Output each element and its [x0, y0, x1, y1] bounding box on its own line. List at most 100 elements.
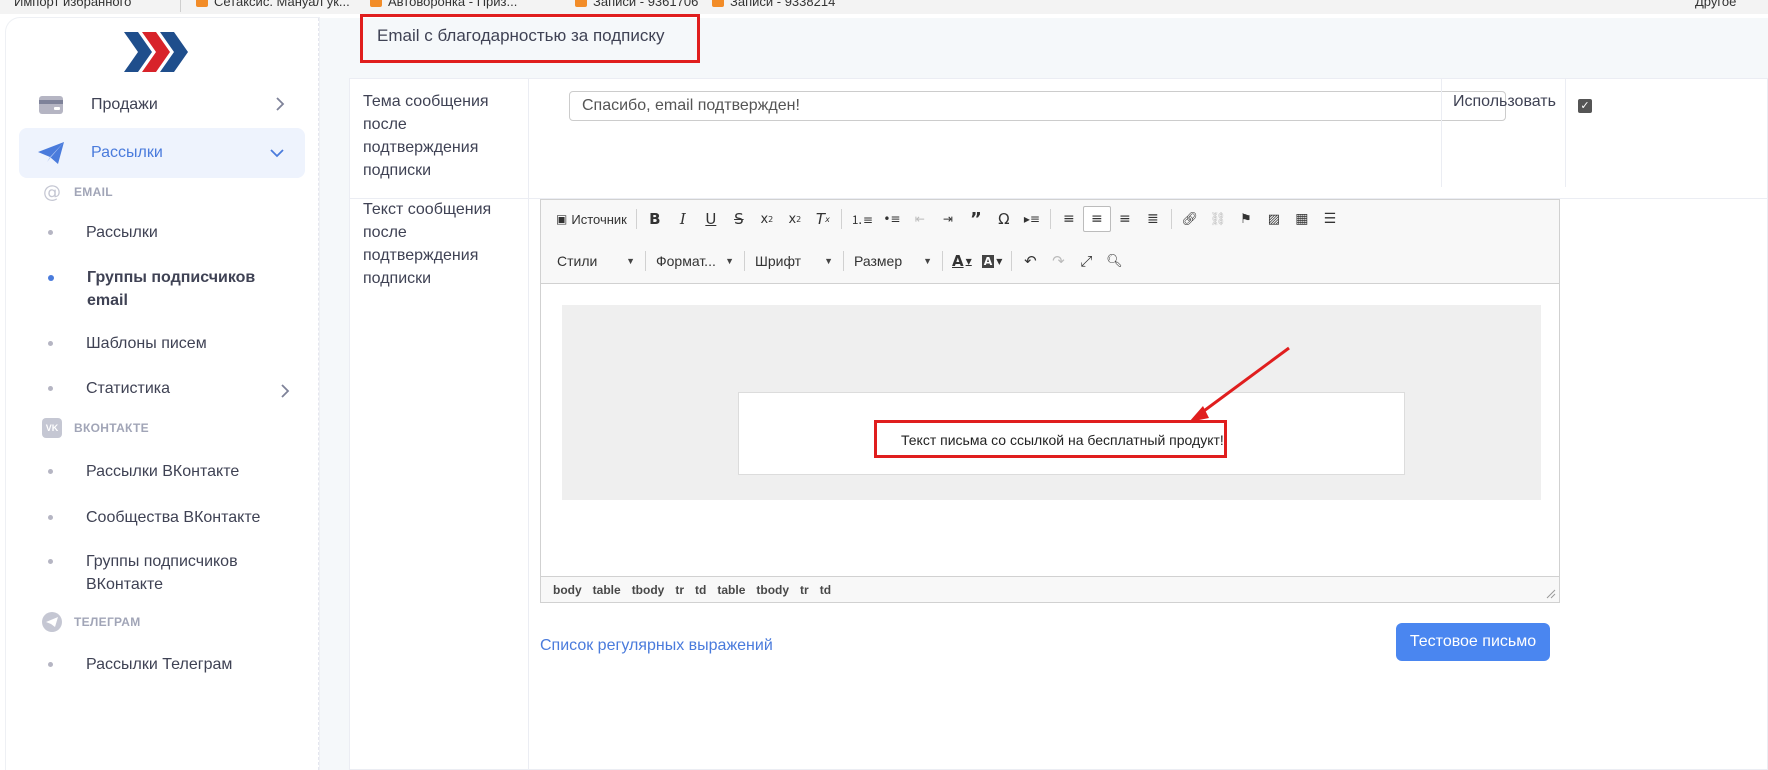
blockquote-icon[interactable]: ” [962, 206, 990, 232]
bullet [48, 515, 53, 520]
italic-button[interactable]: I [669, 206, 697, 232]
column-divider [1565, 79, 1566, 187]
font-dropdown[interactable]: Шрифт ▼ [749, 248, 839, 274]
section-vk: VK ВКОНТАКТЕ [42, 418, 149, 438]
element-path-bar: body table tbody tr td table tbody tr td [541, 576, 1559, 602]
path-item[interactable]: table [593, 583, 621, 597]
toolbar-separator [744, 251, 745, 271]
path-item[interactable]: td [820, 583, 831, 597]
use-checkbox[interactable]: ✓ [1578, 99, 1592, 113]
dropdown-arrow-icon: ▼ [923, 256, 932, 266]
menu-item-mailings[interactable]: Рассылки [19, 128, 305, 178]
subject-input[interactable] [569, 91, 1506, 121]
sidebar-item-tg-mailings[interactable]: Рассылки Телеграм [48, 653, 298, 676]
format-dropdown[interactable]: Формат... ▼ [650, 248, 740, 274]
path-item[interactable]: tbody [632, 583, 665, 597]
undo-icon[interactable]: ↶ [1016, 248, 1044, 274]
path-item[interactable]: table [717, 583, 745, 597]
bookmark-3[interactable]: Записи - 9361706 [575, 0, 698, 9]
special-char-icon[interactable]: Ω [990, 206, 1018, 232]
regex-list-link[interactable]: Список регулярных выражений [540, 637, 773, 655]
settings-panel: Тема сообщения после подтверждения подпи… [349, 78, 1768, 770]
section-telegram: ТЕЛЕГРАМ [42, 612, 141, 632]
anchor-flag-icon[interactable]: ⚑ [1232, 206, 1260, 232]
underline-button[interactable]: U [697, 206, 725, 232]
path-item[interactable]: body [553, 583, 582, 597]
dropdown-arrow-icon: ▼ [626, 256, 635, 266]
indent-icon[interactable]: ⇥ [934, 206, 962, 232]
sidebar-item-vk-communities[interactable]: Сообщества ВКонтакте [48, 506, 298, 529]
bookmark-import[interactable]: Импорт избранного [14, 0, 131, 9]
bookmark-separator [180, 0, 181, 12]
text-color-icon[interactable]: A ▼ [947, 248, 977, 274]
background-color-icon[interactable]: A ▼ [977, 248, 1008, 274]
rich-text-editor: ▣ Источник B I U S x2 x2 Tx ⒈≡ •≡ ⇤ ⇥ ” Ω [540, 199, 1560, 603]
bullet [48, 662, 53, 667]
outdent-icon[interactable]: ⇤ [906, 206, 934, 232]
favicon-icon [575, 0, 587, 7]
sidebar-item-templates[interactable]: Шаблоны писем [48, 332, 298, 355]
align-right-icon[interactable]: ≡ [1111, 206, 1139, 232]
bullet [48, 275, 54, 281]
test-email-button[interactable]: Тестовое письмо [1396, 623, 1550, 661]
logo[interactable] [124, 32, 188, 77]
toolbar-separator [942, 251, 943, 271]
superscript-button[interactable]: x2 [781, 206, 809, 232]
align-center-icon[interactable]: ≡ [1082, 206, 1111, 232]
toolbar-separator [1170, 209, 1172, 229]
align-left-icon[interactable]: ≡ [1055, 206, 1083, 232]
maximize-icon[interactable]: ⤢ [1072, 248, 1100, 274]
bookmark-1[interactable]: Сетаксис. Мануал ук... [196, 0, 350, 9]
justify-icon[interactable]: ≣ [1139, 206, 1167, 232]
path-item[interactable]: td [695, 583, 706, 597]
styles-dropdown[interactable]: Стили ▼ [551, 248, 641, 274]
bookmark-other[interactable]: Другое [1695, 0, 1736, 9]
strikethrough-button[interactable]: S [725, 206, 753, 232]
link-icon[interactable]: 🔗︎ [1176, 206, 1204, 232]
show-blocks-icon[interactable]: ▸≡ [1018, 206, 1046, 232]
highlight-box-title [360, 14, 700, 63]
favicon-icon [712, 0, 724, 7]
toolbar-separator [635, 209, 637, 229]
source-icon: ▣ [556, 212, 568, 226]
email-wrapper-table [562, 305, 1541, 500]
body-label: Текст сообщения после подтверждения подп… [363, 201, 492, 287]
bulleted-list-icon[interactable]: •≡ [878, 206, 906, 232]
bookmark-4[interactable]: Записи - 9338214 [712, 0, 835, 9]
table-icon[interactable]: ▦ [1288, 206, 1316, 232]
path-item[interactable]: tr [800, 583, 809, 597]
numbered-list-icon[interactable]: ⒈≡ [846, 206, 878, 232]
subscript-button[interactable]: x2 [753, 206, 781, 232]
horizontal-line-icon[interactable]: ☰ [1316, 206, 1344, 232]
chevron-down-icon [270, 149, 284, 158]
menu-label: Продажи [91, 96, 158, 113]
toolbar-separator [1049, 209, 1051, 229]
dropdown-arrow-icon: ▼ [725, 256, 734, 266]
sidebar-item-vk-groups[interactable]: Группы подписчиков ВКонтакте [48, 550, 298, 596]
toolbar-separator [1011, 251, 1013, 271]
bold-button[interactable]: B [641, 206, 669, 232]
sidebar-item-email-groups[interactable]: Группы подписчиков email [48, 266, 298, 312]
paper-plane-icon [37, 139, 65, 167]
preview-icon[interactable]: 🔍︎ [1100, 248, 1128, 274]
path-item[interactable]: tbody [756, 583, 789, 597]
bookmarks-bar: Импорт избранного Сетаксис. Мануал ук...… [0, 0, 1768, 14]
chevron-right-icon [276, 97, 285, 111]
menu-item-sales[interactable]: Продажи [19, 80, 305, 130]
redo-icon[interactable]: ↷ [1044, 248, 1072, 274]
menu-label: Рассылки [91, 144, 163, 161]
image-icon[interactable]: ▨ [1260, 206, 1288, 232]
sidebar-item-vk-mailings[interactable]: Рассылки ВКонтакте [48, 460, 298, 483]
editor-content-area[interactable]: Текст письма со ссылкой на бесплатный пр… [541, 284, 1559, 578]
toolbar-separator [645, 251, 646, 271]
bookmark-2[interactable]: Автоворонка - Приз... [370, 0, 517, 9]
unlink-icon[interactable]: ⛓ [1204, 206, 1232, 232]
dropdown-arrow-icon: ▼ [824, 256, 833, 266]
size-dropdown[interactable]: Размер ▼ [848, 248, 938, 274]
sidebar-item-email-mailings[interactable]: Рассылки [48, 221, 298, 244]
sidebar-item-statistics[interactable]: Статистика [48, 377, 298, 400]
remove-format-button[interactable]: Tx [809, 206, 837, 232]
source-button[interactable]: ▣ Источник [551, 206, 632, 232]
path-item[interactable]: tr [675, 583, 684, 597]
resize-handle-icon[interactable] [1546, 589, 1556, 599]
